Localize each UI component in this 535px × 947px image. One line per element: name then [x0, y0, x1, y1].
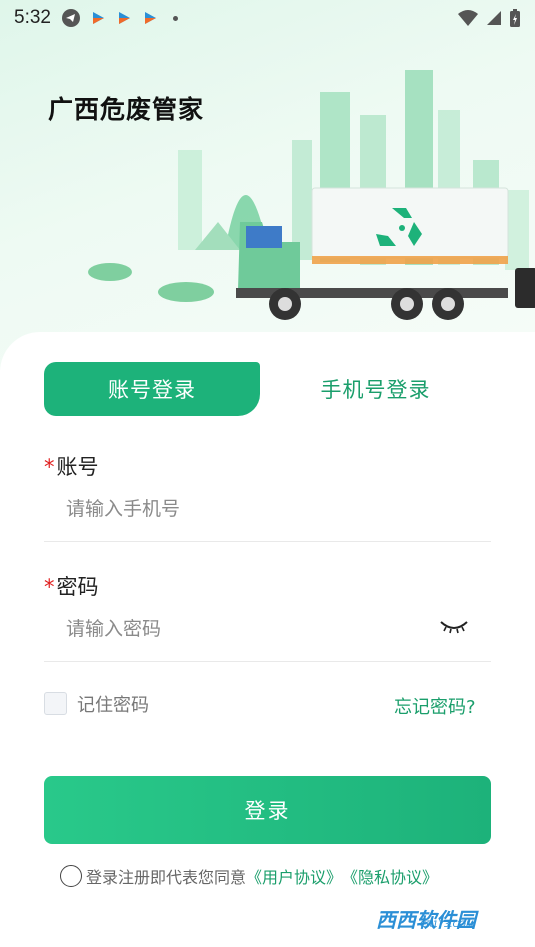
battery-icon — [510, 9, 520, 27]
forgot-password-link[interactable]: 忘记密码? — [394, 693, 476, 719]
city-truck-illustration — [88, 70, 535, 320]
password-label-text: 密码 — [56, 575, 99, 599]
watermark-logo: 西西软件园 — [334, 898, 518, 938]
notification-dot — [172, 15, 178, 21]
agreement-prefix: 登录注册即代表您同意 — [86, 868, 247, 887]
privacy-agreement-link[interactable]: 《隐私协议》 — [342, 864, 438, 888]
password-label: *密码 — [44, 571, 99, 601]
password-divider — [44, 661, 491, 662]
user-agreement-link[interactable]: 《用户协议》 — [246, 864, 342, 888]
hero-banner — [0, 0, 535, 370]
account-label: *账号 — [44, 451, 99, 481]
tab-account-login[interactable]: 账号登录 — [44, 362, 260, 416]
remember-password-label: 记住密码 — [77, 695, 149, 716]
status-system-icons — [457, 8, 521, 28]
required-mark: * — [44, 575, 55, 599]
signal-icon — [487, 11, 501, 25]
required-mark: * — [44, 455, 55, 479]
status-app-icons — [61, 8, 178, 28]
login-button[interactable]: 登录 — [44, 776, 491, 844]
garbage-truck-icon — [236, 187, 535, 320]
agreement-row: 登录注册即代表您同意 《用户协议》 《隐私协议》 — [60, 864, 438, 888]
app-play-icon — [92, 12, 104, 24]
remember-password-checkbox[interactable] — [44, 692, 67, 715]
account-input[interactable] — [66, 489, 426, 529]
app-play-icon — [144, 12, 156, 24]
status-time: 5:32 — [14, 7, 51, 28]
app-play-icon — [118, 12, 130, 24]
agreement-radio[interactable] — [60, 865, 82, 887]
status-bar: 5:32 — [0, 0, 535, 36]
tab-phone-login[interactable]: 手机号登录 — [260, 362, 491, 416]
watermark-subtext: CR173.COM — [420, 920, 474, 930]
telegram-icon — [61, 9, 80, 27]
wifi-icon — [458, 10, 478, 26]
eye-closed-icon[interactable] — [438, 618, 470, 636]
password-input[interactable] — [66, 609, 426, 649]
account-divider — [44, 541, 491, 542]
account-label-text: 账号 — [56, 455, 99, 479]
app-title: 广西危废管家 — [48, 95, 205, 124]
login-tabs: 账号登录 手机号登录 — [44, 362, 491, 416]
